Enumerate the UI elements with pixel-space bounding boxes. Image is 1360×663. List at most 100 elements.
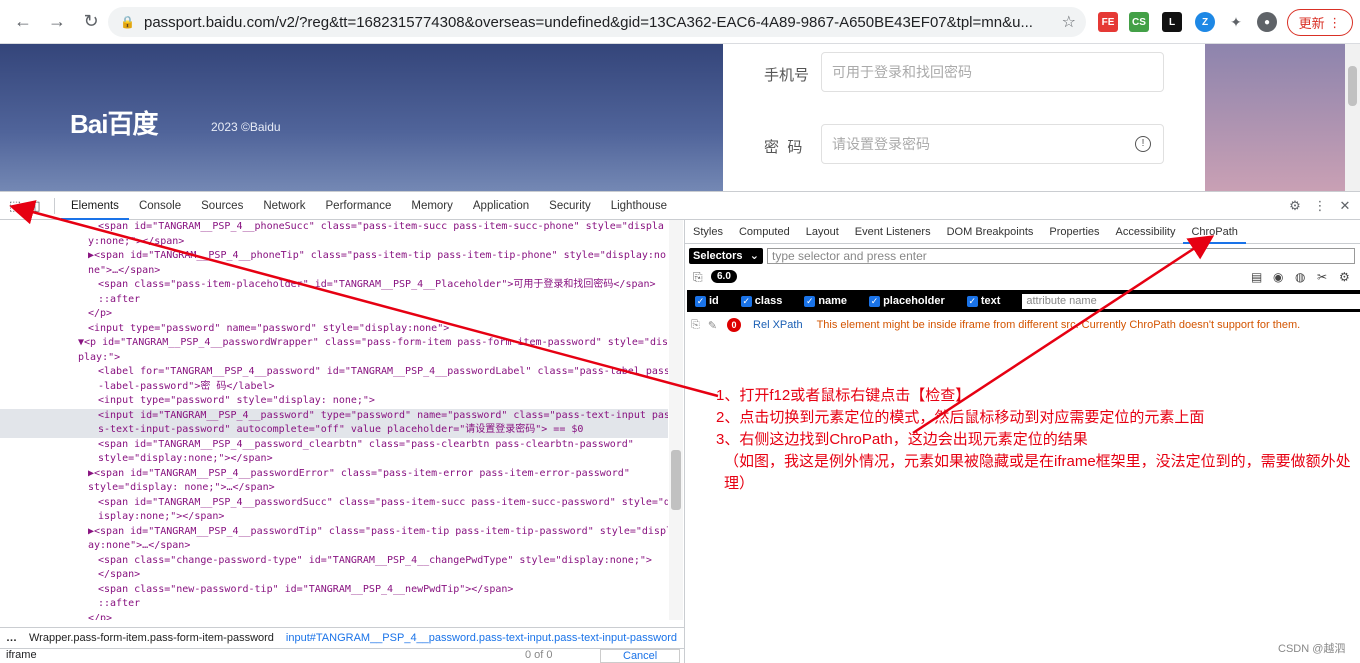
- tab-accessibility[interactable]: Accessibility: [1108, 220, 1184, 244]
- breadcrumb-item[interactable]: input#TANGRAM__PSP_4__password.pass-text…: [280, 632, 683, 644]
- extension-l-icon[interactable]: L: [1162, 12, 1182, 32]
- tab-console[interactable]: Console: [129, 192, 191, 220]
- checkbox-label: class: [754, 295, 783, 307]
- dom-node-line[interactable]: <span id="TANGRAM__PSP_4__password_clear…: [0, 438, 668, 453]
- dom-node-line[interactable]: y:none;"></span>: [0, 235, 668, 250]
- tab-lighthouse[interactable]: Lighthouse: [601, 192, 677, 220]
- tools-icon[interactable]: ✂: [1317, 270, 1327, 284]
- settings-gear-icon[interactable]: ⚙: [1339, 270, 1350, 284]
- dom-node-line[interactable]: style="display:none;"></span>: [0, 452, 668, 467]
- tab-elements[interactable]: Elements: [61, 192, 129, 220]
- tab-sources[interactable]: Sources: [191, 192, 253, 220]
- dom-node-line[interactable]: <span class="pass-item-placeholder" id="…: [0, 278, 668, 293]
- theme-icon[interactable]: ◍: [1295, 270, 1305, 284]
- checkbox-placeholder[interactable]: ✓ placeholder: [869, 295, 945, 307]
- tab-dom-breakpoints[interactable]: DOM Breakpoints: [939, 220, 1042, 244]
- dom-node-line[interactable]: ▶<span id="TANGRAM__PSP_4__passwordError…: [0, 467, 668, 482]
- dom-node-line[interactable]: <label for="TANGRAM__PSP_4__password" id…: [0, 365, 668, 380]
- dom-node-line[interactable]: -label-password">密 码</label>: [0, 380, 668, 395]
- selector-input[interactable]: type selector and press enter: [767, 248, 1355, 264]
- tab-properties[interactable]: Properties: [1041, 220, 1107, 244]
- phone-input[interactable]: 可用于登录和找回密码: [821, 52, 1164, 92]
- attribute-name-input[interactable]: attribute name: [1022, 293, 1360, 309]
- inspect-element-icon[interactable]: ⬚: [4, 195, 26, 217]
- breadcrumb-more[interactable]: …: [0, 632, 23, 644]
- dom-node-line[interactable]: play:">: [0, 351, 668, 366]
- tab-security[interactable]: Security: [539, 192, 601, 220]
- address-bar[interactable]: 🔒 passport.baidu.com/v2/?reg&tt=16823157…: [108, 7, 1086, 37]
- export-icon[interactable]: ▤: [1251, 270, 1262, 284]
- dom-node-line[interactable]: ▼<p id="TANGRAM__PSP_4__passwordWrapper"…: [0, 336, 668, 351]
- tab-network[interactable]: Network: [253, 192, 315, 220]
- more-options-icon[interactable]: ⋮: [1309, 195, 1331, 217]
- dom-node-line[interactable]: <span id="TANGRAM__PSP_4__phoneSucc" cla…: [0, 220, 668, 235]
- info-icon[interactable]: !: [1135, 136, 1151, 152]
- dom-node-line[interactable]: </p>: [0, 612, 668, 621]
- checkmark-icon: ✓: [740, 295, 752, 307]
- forward-icon[interactable]: →: [42, 7, 72, 37]
- tab-memory[interactable]: Memory: [401, 192, 463, 220]
- dom-node-line[interactable]: ay:none">…</span>: [0, 539, 668, 554]
- tab-layout[interactable]: Layout: [798, 220, 847, 244]
- copy-icon[interactable]: ⎘: [693, 270, 703, 285]
- dom-node-line[interactable]: isplay:none;"></span>: [0, 510, 668, 525]
- password-input[interactable]: 请设置登录密码!: [821, 124, 1164, 164]
- record-icon[interactable]: ◉: [1273, 270, 1283, 284]
- dom-node-line[interactable]: ::after: [0, 597, 668, 612]
- dom-node-line[interactable]: <input type="password" style="display: n…: [0, 394, 668, 409]
- dom-node-line[interactable]: ::after: [0, 293, 668, 308]
- dom-node-line[interactable]: <input id="TANGRAM__PSP_4__password" typ…: [0, 408, 668, 423]
- url-text[interactable]: passport.baidu.com/v2/?reg&tt=1682315774…: [144, 14, 1054, 31]
- tab-styles[interactable]: Styles: [685, 220, 731, 244]
- extension-cs-icon[interactable]: CS: [1129, 12, 1149, 32]
- close-devtools-icon[interactable]: ✕: [1334, 195, 1356, 217]
- update-label: 更新: [1298, 16, 1325, 31]
- checkbox-text[interactable]: ✓ text: [966, 295, 1000, 307]
- tab-computed[interactable]: Computed: [731, 220, 798, 244]
- tab-event-listeners[interactable]: Event Listeners: [847, 220, 939, 244]
- bookmark-star-icon[interactable]: ☆: [1062, 12, 1076, 32]
- dom-node-line[interactable]: <span class="change-password-type" id="T…: [0, 554, 668, 569]
- checkbox-name[interactable]: ✓ name: [804, 295, 847, 307]
- back-icon[interactable]: ←: [8, 7, 38, 37]
- device-toggle-icon[interactable]: ▯: [26, 195, 48, 217]
- tab-performance[interactable]: Performance: [316, 192, 402, 220]
- dom-node-line[interactable]: <span class="new-password-tip" id="TANGR…: [0, 583, 668, 598]
- tab-application[interactable]: Application: [463, 192, 539, 220]
- dom-node-line[interactable]: ▶<span id="TANGRAM__PSP_4__phoneTip" cla…: [0, 249, 668, 264]
- tab-chropath[interactable]: ChroPath: [1183, 220, 1246, 244]
- extension-fe-icon[interactable]: FE: [1098, 12, 1118, 32]
- reload-icon[interactable]: ↻: [76, 7, 106, 37]
- dom-node-line[interactable]: ne">…</span>: [0, 264, 668, 279]
- elements-scrollbar-thumb[interactable]: [671, 450, 681, 510]
- dom-node-line[interactable]: s-text-input-password" autocomplete="off…: [0, 423, 668, 438]
- search-input[interactable]: iframe: [6, 649, 37, 661]
- copyright-text: 2023 ©Baidu: [211, 120, 281, 134]
- checkbox-id[interactable]: ✓ id: [695, 295, 719, 307]
- dom-node-line[interactable]: <input type="password" name="password" s…: [0, 322, 668, 337]
- checkbox-class[interactable]: ✓ class: [740, 295, 783, 307]
- breadcrumb-item[interactable]: Wrapper.pass-form-item.pass-form-item-pa…: [23, 632, 280, 644]
- lock-icon: 🔒: [120, 15, 135, 29]
- dom-node-line[interactable]: <span id="TANGRAM__PSP_4__passwordSucc" …: [0, 496, 668, 511]
- puzzle-extensions-icon[interactable]: ✦: [1226, 12, 1246, 32]
- copy-icon[interactable]: ⎘: [691, 319, 700, 332]
- cancel-button[interactable]: Cancel: [600, 649, 681, 663]
- dom-node-line[interactable]: ▶<span id="TANGRAM__PSP_4__passwordTip" …: [0, 525, 668, 540]
- page-scrollbar-thumb[interactable]: [1348, 66, 1357, 106]
- dom-node-line[interactable]: style="display: none;">…</span>: [0, 481, 668, 496]
- selectors-dropdown[interactable]: Selectors ⌄: [689, 248, 763, 264]
- checkmark-icon: ✓: [869, 295, 881, 307]
- elements-search-bar: iframe 0 of 0 Cancel: [0, 648, 684, 663]
- dom-node-line[interactable]: </span>: [0, 568, 668, 583]
- annotation-step-1: 1、打开f12或者鼠标右键点击【检查】: [716, 387, 971, 404]
- elements-scrollbar[interactable]: [669, 220, 683, 620]
- page-scrollbar[interactable]: [1345, 44, 1360, 191]
- edit-icon[interactable]: ✎: [708, 319, 717, 332]
- profile-avatar[interactable]: ●: [1257, 12, 1277, 32]
- elements-tree[interactable]: <span id="TANGRAM__PSP_4__phoneSucc" cla…: [0, 220, 668, 620]
- extension-z-icon[interactable]: Z: [1195, 12, 1215, 32]
- settings-gear-icon[interactable]: ⚙: [1284, 195, 1306, 217]
- dom-node-line[interactable]: </p>: [0, 307, 668, 322]
- update-button[interactable]: 更新 ⋮: [1287, 9, 1353, 36]
